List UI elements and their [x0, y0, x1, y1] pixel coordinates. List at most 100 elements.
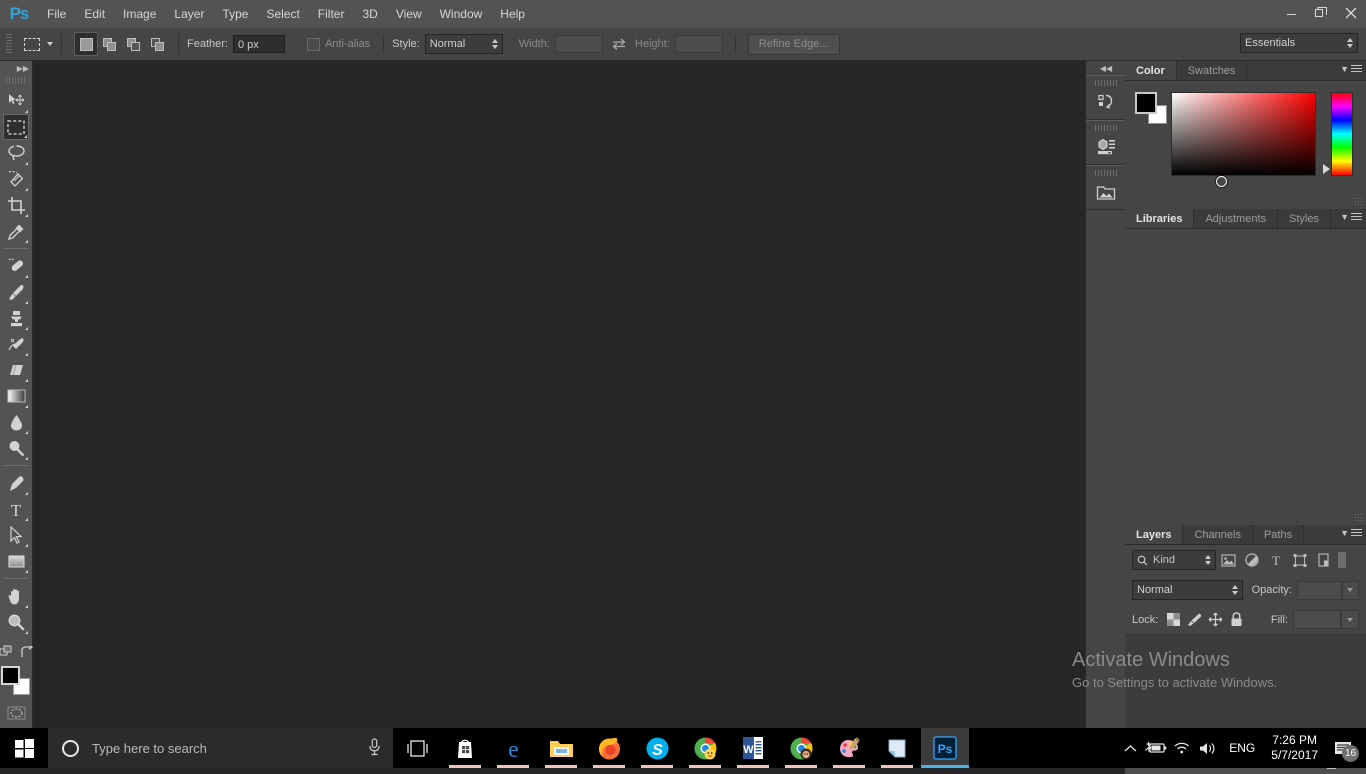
- type-tool[interactable]: T: [3, 496, 29, 522]
- menu-help[interactable]: Help: [491, 0, 534, 28]
- menu-image[interactable]: Image: [114, 0, 165, 28]
- crop-tool[interactable]: [3, 192, 29, 218]
- dock-cell-properties[interactable]: [1086, 120, 1126, 165]
- style-select[interactable]: Normal: [424, 34, 503, 54]
- chrome-profile-2-icon[interactable]: [777, 728, 825, 768]
- fill-input[interactable]: [1293, 610, 1341, 629]
- microsoft-edge-icon[interactable]: e: [489, 728, 537, 768]
- current-tool-icon[interactable]: [21, 33, 43, 55]
- restore-button[interactable]: [1306, 2, 1336, 24]
- opacity-dropdown-button[interactable]: [1341, 580, 1359, 600]
- quick-mask-icon[interactable]: [5, 704, 27, 722]
- quick-selection-tool[interactable]: [3, 166, 29, 192]
- tab-swatches[interactable]: Swatches: [1176, 61, 1248, 80]
- lock-transparent-pixels-icon[interactable]: [1163, 611, 1184, 629]
- menu-3d[interactable]: 3D: [353, 0, 386, 28]
- firefox-icon[interactable]: [585, 728, 633, 768]
- skype-icon[interactable]: S: [633, 728, 681, 768]
- photoshop-icon[interactable]: Ps: [921, 728, 969, 768]
- lock-all-icon[interactable]: [1226, 611, 1247, 629]
- swap-dimensions-icon[interactable]: [609, 34, 629, 54]
- notepad-icon[interactable]: [873, 728, 921, 768]
- foreground-color-swatch[interactable]: [1, 666, 20, 685]
- blur-tool[interactable]: [3, 409, 29, 435]
- menu-filter[interactable]: Filter: [309, 0, 354, 28]
- new-selection-button[interactable]: [74, 32, 98, 56]
- tab-styles[interactable]: Styles: [1278, 209, 1331, 228]
- menu-window[interactable]: Window: [431, 0, 492, 28]
- foreground-color-swatch[interactable]: [1135, 92, 1157, 114]
- collapse-tools-icon[interactable]: ▶▶: [0, 61, 32, 75]
- layers-list[interactable]: [1125, 634, 1366, 739]
- eyedropper-tool[interactable]: [3, 218, 29, 244]
- menu-edit[interactable]: Edit: [75, 0, 114, 28]
- layers-panel-menu-icon[interactable]: ▼: [1340, 528, 1362, 538]
- close-button[interactable]: [1336, 2, 1366, 24]
- intersect-with-selection-button[interactable]: [146, 32, 170, 56]
- canvas-area[interactable]: [33, 61, 1084, 728]
- spot-healing-brush-tool[interactable]: [3, 253, 29, 279]
- add-to-selection-button[interactable]: [98, 32, 122, 56]
- dock-grip[interactable]: [1095, 123, 1117, 132]
- menu-type[interactable]: Type: [213, 0, 257, 28]
- menu-file[interactable]: File: [38, 0, 75, 28]
- eraser-tool[interactable]: [3, 357, 29, 383]
- dock-grip[interactable]: [1095, 78, 1117, 87]
- brush-tool[interactable]: [3, 279, 29, 305]
- options-bar-grip[interactable]: [4, 34, 14, 54]
- lasso-tool[interactable]: [3, 140, 29, 166]
- swap-colors-icon[interactable]: [20, 643, 34, 661]
- subtract-from-selection-button[interactable]: [122, 32, 146, 56]
- menu-layer[interactable]: Layer: [165, 0, 213, 28]
- anti-alias-checkbox[interactable]: [306, 37, 320, 51]
- pen-tool[interactable]: [3, 470, 29, 496]
- dock-cell-history[interactable]: [1086, 75, 1126, 120]
- battery-charging-icon[interactable]: [1143, 728, 1169, 768]
- search-input[interactable]: Type here to search: [48, 728, 393, 768]
- blend-mode-select[interactable]: Normal: [1132, 580, 1243, 600]
- feather-input[interactable]: 0 px: [232, 35, 285, 53]
- resize-grip[interactable]: [1354, 197, 1364, 207]
- color-field[interactable]: [1171, 92, 1316, 187]
- lock-image-pixels-icon[interactable]: [1184, 611, 1205, 629]
- filter-smart-object-layers-icon[interactable]: [1312, 550, 1336, 570]
- paint-icon[interactable]: [825, 728, 873, 768]
- tab-layers[interactable]: Layers: [1125, 525, 1184, 544]
- filter-shape-layers-icon[interactable]: [1288, 550, 1312, 570]
- dock-grip[interactable]: [1095, 168, 1117, 177]
- filter-type-layers-icon[interactable]: T: [1264, 550, 1288, 570]
- tab-adjustments[interactable]: Adjustments: [1194, 209, 1278, 228]
- menu-select[interactable]: Select: [257, 0, 308, 28]
- history-brush-tool[interactable]: [3, 331, 29, 357]
- filter-pixel-layers-icon[interactable]: [1216, 550, 1240, 570]
- libraries-panel-content[interactable]: [1125, 229, 1366, 525]
- gradient-tool[interactable]: [3, 383, 29, 409]
- workspace-select[interactable]: Essentials: [1240, 33, 1358, 53]
- volume-icon[interactable]: [1195, 728, 1221, 768]
- filter-adjustment-layers-icon[interactable]: [1240, 550, 1264, 570]
- move-tool[interactable]: [3, 88, 29, 114]
- color-field-picker[interactable]: [1216, 176, 1227, 187]
- lock-position-icon[interactable]: [1205, 611, 1226, 629]
- height-input[interactable]: [674, 35, 723, 53]
- file-explorer-icon[interactable]: [537, 728, 585, 768]
- foreground-background-colors[interactable]: [1, 666, 31, 696]
- hand-tool[interactable]: [3, 583, 29, 609]
- width-input[interactable]: [554, 35, 603, 53]
- resize-grip[interactable]: [1354, 513, 1364, 523]
- tab-color[interactable]: Color: [1125, 61, 1177, 80]
- tool-preset-chevron-icon[interactable]: [47, 42, 53, 46]
- libraries-panel-menu-icon[interactable]: ▼: [1340, 212, 1362, 222]
- clone-stamp-tool[interactable]: [3, 305, 29, 331]
- task-view-icon[interactable]: [393, 728, 441, 768]
- menu-view[interactable]: View: [387, 0, 431, 28]
- wifi-icon[interactable]: [1169, 728, 1195, 768]
- tab-channels[interactable]: Channels: [1183, 525, 1253, 544]
- layer-filter-kind-select[interactable]: Kind: [1132, 550, 1216, 570]
- clock[interactable]: 7:26 PM 5/7/2017: [1263, 733, 1326, 763]
- filter-toggle-icon[interactable]: [1338, 552, 1346, 568]
- color-panel-menu-icon[interactable]: ▼: [1340, 64, 1362, 74]
- rectangle-tool[interactable]: [3, 548, 29, 574]
- language-indicator[interactable]: ENG: [1221, 741, 1263, 755]
- minimize-button[interactable]: [1276, 2, 1306, 24]
